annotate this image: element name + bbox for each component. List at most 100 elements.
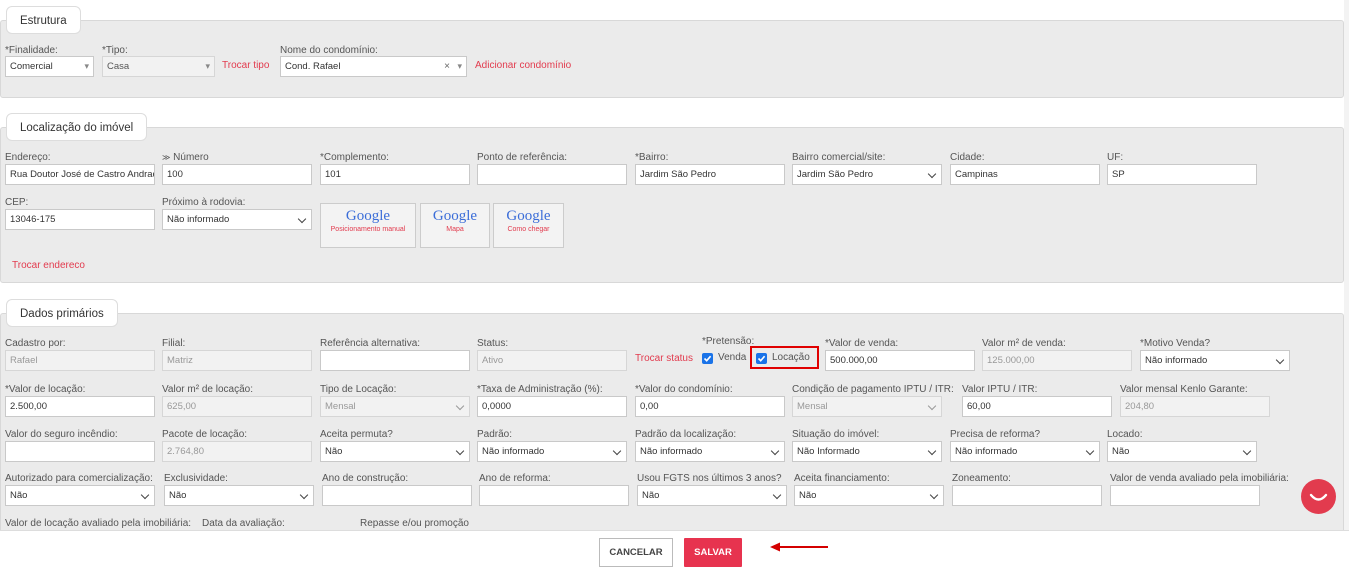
arrow-annotation-icon <box>770 542 828 552</box>
save-button[interactable]: SALVAR <box>684 538 742 567</box>
bairro-comercial-select[interactable]: Jardim São Pedro <box>792 164 942 185</box>
google-posicionamento-button[interactable]: Google Posicionamento manual <box>320 203 416 248</box>
trocar-endereco-link[interactable]: Trocar endereco <box>12 260 85 271</box>
valor-locacao-label: *Valor de locação: <box>5 384 86 395</box>
numero-label: ≫ Número <box>162 152 209 163</box>
chat-bubble-icon[interactable] <box>1301 479 1336 514</box>
numero-input[interactable]: 100 <box>162 164 312 185</box>
valor-locacao-input[interactable]: 2.500,00 <box>5 396 155 417</box>
cidade-label: Cidade: <box>950 152 985 163</box>
valor-m2-venda-input: 125.000,00 <box>982 350 1132 371</box>
reforma-select[interactable]: Não informado <box>950 441 1100 462</box>
cancel-button[interactable]: CANCELAR <box>599 538 673 567</box>
valor-m2-locacao-input: 625,00 <box>162 396 312 417</box>
cep-label: CEP: <box>5 197 29 208</box>
uf-input[interactable]: SP <box>1107 164 1257 185</box>
padrao-label: Padrão: <box>477 429 513 440</box>
google-mapa-button[interactable]: Google Mapa <box>420 203 490 248</box>
adicionar-condominio-link[interactable]: Adicionar condomínio <box>475 60 571 71</box>
financiamento-label: Aceita financiamento: <box>794 473 890 484</box>
endereco-input[interactable]: Rua Doutor José de Castro Andrade <box>5 164 155 185</box>
rodovia-select[interactable]: Não informado <box>162 209 312 230</box>
pacote-label: Pacote de locação: <box>162 429 248 440</box>
condominio-label: Nome do condomínio: <box>280 45 378 56</box>
ref-alt-input[interactable] <box>320 350 470 371</box>
financiamento-select[interactable]: Não <box>794 485 944 506</box>
locado-select[interactable]: Não <box>1107 441 1257 462</box>
condominio-select[interactable]: Cond. Rafael × <box>280 56 467 77</box>
taxa-adm-input[interactable]: 0,0000 <box>477 396 627 417</box>
cond-iptu-label: Condição de pagamento IPTU / ITR: <box>792 384 954 395</box>
data-avaliacao-label: Data da avaliação: <box>202 518 285 529</box>
locacao-label: Locação <box>772 352 810 363</box>
pacote-input: 2.764,80 <box>162 441 312 462</box>
zoneamento-label: Zoneamento: <box>952 473 1011 484</box>
bairro-comercial-label: Bairro comercial/site: <box>792 152 886 163</box>
bairro-input[interactable]: Jardim São Pedro <box>635 164 785 185</box>
padrao-loc-select[interactable]: Não informado <box>635 441 785 462</box>
permuta-select[interactable]: Não <box>320 441 470 462</box>
valor-venda-label: *Valor de venda: <box>825 338 899 349</box>
google-como-chegar-button[interactable]: Google Como chegar <box>493 203 564 248</box>
complemento-label: *Complemento: <box>320 152 389 163</box>
google-logo-icon: Google <box>506 208 551 224</box>
referencia-label: Ponto de referência: <box>477 152 568 163</box>
tipo-select[interactable]: Casa <box>102 56 215 77</box>
valor-iptu-input[interactable]: 60,00 <box>962 396 1112 417</box>
motivo-venda-select[interactable]: Não informado <box>1140 350 1290 371</box>
autorizado-select[interactable]: Não <box>5 485 155 506</box>
autorizado-label: Autorizado para comercialização: <box>5 473 153 484</box>
venda-label: Venda <box>718 352 747 363</box>
trocar-tipo-link[interactable]: Trocar tipo <box>222 60 269 71</box>
ano-construcao-label: Ano de construção: <box>322 473 409 484</box>
rodovia-label: Próximo à rodovia: <box>162 197 246 208</box>
locado-label: Locado: <box>1107 429 1143 440</box>
repasse-label: Repasse e/ou promoção <box>360 518 469 529</box>
complemento-input[interactable]: 101 <box>320 164 470 185</box>
padrao-select[interactable]: Não informado <box>477 441 627 462</box>
venda-avaliado-label: Valor de venda avaliado pela imobiliária… <box>1110 473 1289 484</box>
tipo-label: *Tipo: <box>102 45 128 56</box>
motivo-venda-label: *Motivo Venda? <box>1140 338 1211 349</box>
ano-reforma-label: Ano de reforma: <box>479 473 551 484</box>
referencia-input[interactable] <box>477 164 627 185</box>
cep-input[interactable]: 13046-175 <box>5 209 155 230</box>
uf-label: UF: <box>1107 152 1124 163</box>
cadastro-label: Cadastro por: <box>5 338 66 349</box>
kenlo-label: Valor mensal Kenlo Garante: <box>1120 384 1248 395</box>
ref-alt-label: Referência alternativa: <box>320 338 421 349</box>
fgts-label: Usou FGTS nos últimos 3 anos? <box>637 473 782 484</box>
locacao-checkbox[interactable] <box>756 353 767 364</box>
valor-venda-input[interactable]: 500.000,00 <box>825 350 975 371</box>
ano-construcao-input[interactable] <box>322 485 472 506</box>
finalidade-select[interactable]: Comercial <box>5 56 94 77</box>
chevron-icon: ≫ <box>162 153 171 162</box>
footer-bar <box>0 530 1349 572</box>
venda-avaliado-input[interactable] <box>1110 485 1260 506</box>
ano-reforma-input[interactable] <box>479 485 629 506</box>
status-input: Ativo <box>477 350 627 371</box>
trocar-status-link[interactable]: Trocar status <box>635 353 693 364</box>
valor-m2-locacao-label: Valor m² de locação: <box>162 384 253 395</box>
filial-label: Filial: <box>162 338 186 349</box>
zoneamento-input[interactable] <box>952 485 1102 506</box>
fgts-select[interactable]: Não <box>637 485 787 506</box>
valor-condominio-input[interactable]: 0,00 <box>635 396 785 417</box>
venda-checkbox[interactable] <box>702 353 713 364</box>
reforma-label: Precisa de reforma? <box>950 429 1041 440</box>
padrao-loc-label: Padrão da localização: <box>635 429 737 440</box>
situacao-label: Situação do imóvel: <box>792 429 880 440</box>
seguro-input[interactable] <box>5 441 155 462</box>
cidade-input[interactable]: Campinas <box>950 164 1100 185</box>
clear-icon[interactable]: × <box>444 57 450 76</box>
google-logo-icon: Google <box>432 208 478 224</box>
scrollbar-track[interactable] <box>1344 0 1349 530</box>
locacao-avaliado-label: Valor de locação avaliado pela imobiliár… <box>5 518 192 529</box>
bairro-label: *Bairro: <box>635 152 669 163</box>
exclusividade-select[interactable]: Não <box>164 485 314 506</box>
seguro-label: Valor do seguro incêndio: <box>5 429 118 440</box>
situacao-select[interactable]: Não Informado <box>792 441 942 462</box>
kenlo-input: 204,80 <box>1120 396 1270 417</box>
valor-iptu-label: Valor IPTU / ITR: <box>962 384 1038 395</box>
status-label: Status: <box>477 338 509 349</box>
